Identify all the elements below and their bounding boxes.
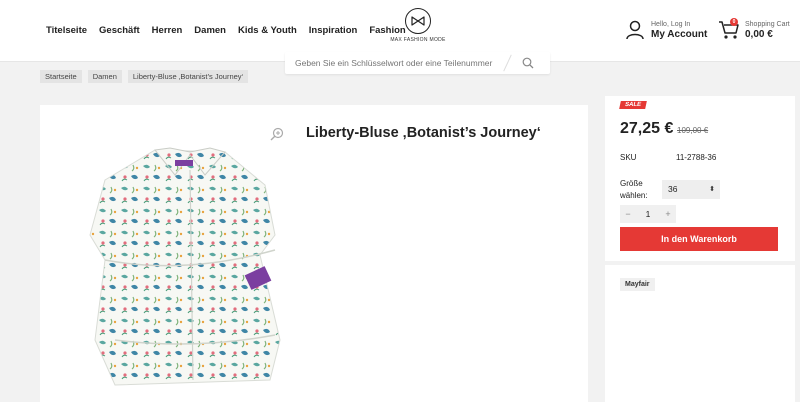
nav-item-kids-youth[interactable]: Kids & Youth xyxy=(238,25,297,36)
sale-badge: SALE xyxy=(619,101,647,109)
breadcrumb-item-home[interactable]: Startseite xyxy=(40,70,82,83)
cart-icon: 0 xyxy=(718,18,740,40)
search-bar xyxy=(285,52,550,74)
nav-item-herren[interactable]: Herren xyxy=(152,25,183,36)
site-logo[interactable]: MAX FASHION MODE xyxy=(388,8,448,43)
quantity-stepper: − 1 + xyxy=(620,205,676,223)
current-price: 27,25 € xyxy=(620,120,674,137)
size-select[interactable]: 36 ⬍ xyxy=(662,180,720,199)
cart-total: 0,00 € xyxy=(745,28,773,40)
brand-card: Mayfair xyxy=(605,265,795,402)
account-greeting: Hello, Log In xyxy=(651,20,691,28)
nav-item-titelseite[interactable]: Titelseite xyxy=(46,25,87,36)
qty-decrease-button[interactable]: − xyxy=(620,209,636,219)
nav-item-damen[interactable]: Damen xyxy=(194,25,226,36)
breadcrumb-item-damen[interactable]: Damen xyxy=(87,70,122,83)
select-arrows-icon: ⬍ xyxy=(709,186,715,193)
product-title: Liberty-Bluse ‚Botanist’s Journey‘ xyxy=(306,125,541,141)
account-label: My Account xyxy=(651,28,708,40)
nav-item-inspiration[interactable]: Inspiration xyxy=(309,25,358,36)
brand-tag[interactable]: Mayfair xyxy=(620,278,655,291)
size-selected-value: 36 xyxy=(668,184,678,194)
account-link[interactable]: Hello, Log In My Account xyxy=(625,20,707,40)
main-nav: Titelseite Geschäft Herren Damen Kids & … xyxy=(46,25,418,36)
qty-increase-button[interactable]: + xyxy=(660,209,676,219)
product-image[interactable] xyxy=(75,140,285,390)
cart-count-badge: 0 xyxy=(730,18,738,26)
search-icon[interactable] xyxy=(522,57,534,69)
breadcrumb-item-current: Liberty-Bluse ‚Botanist’s Journey‘ xyxy=(127,70,249,83)
qty-value[interactable]: 1 xyxy=(636,209,660,219)
size-label: Größe wählen: xyxy=(620,179,648,200)
bowtie-icon xyxy=(405,8,431,34)
search-input[interactable] xyxy=(295,58,505,68)
logo-text: MAX FASHION MODE xyxy=(390,37,446,43)
zoom-icon[interactable] xyxy=(270,127,284,141)
cart-link[interactable]: 0 Shopping Cart 0,00 € xyxy=(718,18,790,40)
user-icon xyxy=(626,20,644,40)
old-price: 109,00 € xyxy=(677,126,709,135)
sku-label: SKU xyxy=(620,153,637,162)
product-card: Liberty-Bluse ‚Botanist’s Journey‘ xyxy=(40,105,588,402)
breadcrumb: Startseite Damen Liberty-Bluse ‚Botanist… xyxy=(40,70,254,83)
add-to-cart-button[interactable]: In den Warenkorb xyxy=(620,227,778,251)
sku-value: 11-2788-36 xyxy=(676,153,717,162)
price-card: SALE 27,25 € 109,00 € SKU 11-2788-36 Grö… xyxy=(605,96,795,261)
cart-label: Shopping Cart xyxy=(745,20,790,28)
nav-item-geschaeft[interactable]: Geschäft xyxy=(99,25,140,36)
